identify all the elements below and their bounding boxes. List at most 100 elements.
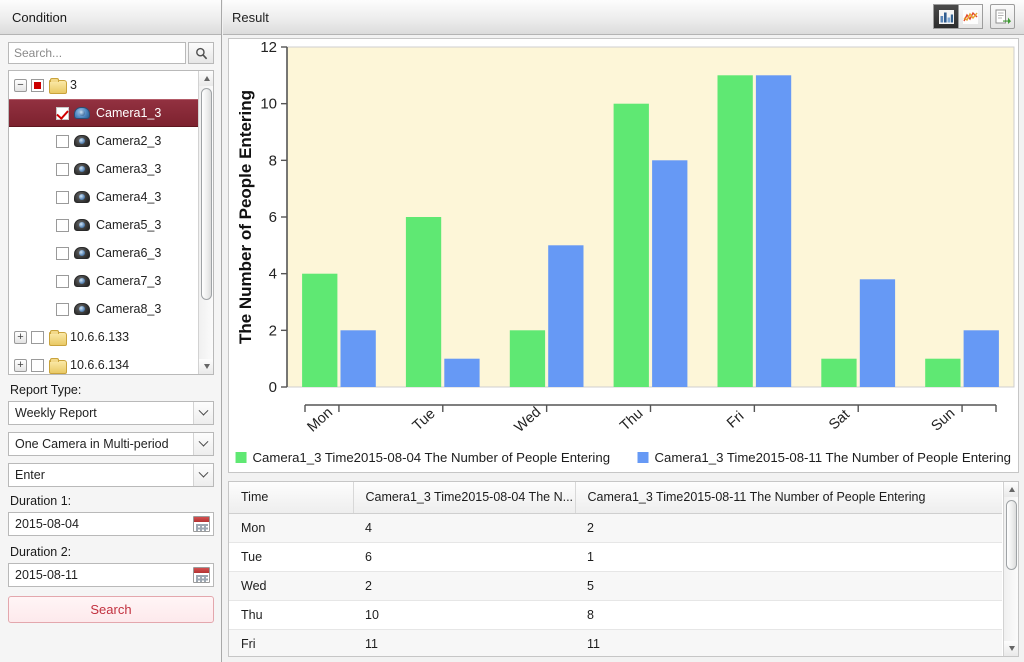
- search-input[interactable]: [8, 42, 186, 64]
- bar-fri-series-2: [755, 75, 792, 388]
- tree-item-checkbox[interactable]: [31, 330, 44, 344]
- scroll-down-button[interactable]: [1004, 641, 1018, 656]
- x-tick-label: Thu: [617, 406, 646, 435]
- calendar-icon[interactable]: [193, 567, 210, 583]
- camera-icon: [74, 302, 90, 316]
- tree-item-checkbox[interactable]: [31, 358, 44, 372]
- condition-form: Report Type: Weekly Report One Camera in…: [8, 383, 214, 623]
- condition-panel-title: Condition: [0, 0, 221, 35]
- duration2-label: Duration 2:: [10, 545, 72, 559]
- duration1-field[interactable]: 2015-08-04: [8, 512, 214, 536]
- duration1-value: 2015-08-04: [15, 517, 79, 531]
- table-cell: Fri: [229, 629, 353, 656]
- scrollbar-thumb[interactable]: [201, 88, 212, 300]
- table-cell: Mon: [229, 513, 353, 543]
- result-table-container: Time Camera1_3 Time2015-08-04 The N... C…: [228, 481, 1019, 657]
- report-type-label: Report Type:: [10, 383, 82, 397]
- tree-item-checkbox[interactable]: [56, 190, 69, 204]
- tree-item-label: Camera3_3: [96, 162, 162, 176]
- tree-item-camera8-3[interactable]: Camera8_3: [9, 295, 198, 323]
- tree-item-checkbox[interactable]: [31, 78, 44, 92]
- condition-panel: Condition −3Camera1_3Camera2_3 Camera3_3 C…: [0, 0, 222, 662]
- table-cell: 6: [353, 542, 575, 572]
- chevron-down-icon[interactable]: [193, 402, 213, 424]
- table-cell: 8: [575, 600, 1002, 630]
- search-icon: [195, 47, 207, 59]
- tree-item-camera3-3[interactable]: Camera3_3: [9, 155, 198, 183]
- bar-tue-series-1: [405, 217, 442, 387]
- tree-item-camera6-3[interactable]: Camera6_3: [9, 239, 198, 267]
- result-panel-title: Result: [232, 9, 269, 25]
- export-button[interactable]: [990, 4, 1015, 29]
- search-icon-button[interactable]: [188, 42, 214, 64]
- tree-item-checkbox[interactable]: [56, 106, 69, 120]
- collapse-icon[interactable]: −: [14, 78, 27, 92]
- camera-icon: [74, 162, 90, 176]
- tree-item-camera7-3[interactable]: Camera7_3: [9, 267, 198, 295]
- tree-item-camera4-3[interactable]: Camera4_3: [9, 183, 198, 211]
- scroll-down-button[interactable]: [199, 359, 213, 374]
- search-button[interactable]: Search: [8, 596, 214, 623]
- table-head: Time Camera1_3 Time2015-08-04 The N... C…: [229, 482, 1002, 514]
- bar-sat-series-2: [859, 279, 896, 387]
- duration2-value: 2015-08-11: [15, 568, 79, 582]
- report-window: Condition −3Camera1_3Camera2_3 Camera3_3 C…: [0, 0, 1024, 662]
- result-table-scrollbar[interactable]: [1003, 482, 1018, 656]
- column-header-time[interactable]: Time: [229, 482, 353, 514]
- statistics-mode-value: One Camera in Multi-period: [15, 437, 169, 451]
- x-tick-label: Fri: [724, 408, 747, 431]
- tree-item-label: Camera5_3: [96, 218, 162, 232]
- tree-item-checkbox[interactable]: [56, 162, 69, 176]
- statistics-mode-select[interactable]: One Camera in Multi-period: [8, 432, 214, 456]
- expand-icon[interactable]: +: [14, 358, 27, 372]
- tree-item-camera2-3[interactable]: Camera2_3: [9, 127, 198, 155]
- x-tick-label: Mon: [304, 405, 336, 436]
- camera-icon: [74, 246, 90, 260]
- tree-item-checkbox[interactable]: [56, 302, 69, 316]
- report-type-select[interactable]: Weekly Report: [8, 401, 214, 425]
- tree-item-checkbox[interactable]: [56, 274, 69, 288]
- table-row[interactable]: Fri 11 11: [229, 629, 1002, 656]
- line-chart-icon-button[interactable]: [958, 4, 983, 29]
- chevron-down-icon[interactable]: [193, 433, 213, 455]
- column-header-series-1[interactable]: Camera1_3 Time2015-08-04 The N...: [352, 482, 575, 514]
- table-cell: 4: [353, 513, 575, 543]
- tree-item-camera5-3[interactable]: Camera5_3: [9, 211, 198, 239]
- tree-item-checkbox[interactable]: [56, 218, 69, 232]
- triangle-down-icon: [203, 364, 210, 369]
- column-header-series-2[interactable]: Camera1_3 Time2015-08-11 The Number of P…: [574, 482, 1002, 514]
- table-row[interactable]: Thu 10 8: [229, 600, 1002, 630]
- tree-item-label: 10.6.6.134: [70, 358, 130, 372]
- table-row[interactable]: Mon 4 2: [229, 513, 1002, 543]
- tree-item-camera1-3[interactable]: Camera1_3: [9, 99, 198, 127]
- chart-toolbar: [933, 4, 1015, 29]
- y-tick-label: 6: [269, 209, 277, 226]
- table-cell: 2: [353, 571, 575, 601]
- tree-item-10-6-6-133[interactable]: +10.6.6.133: [9, 323, 198, 351]
- tree-item-checkbox[interactable]: [56, 246, 69, 260]
- scroll-up-button[interactable]: [199, 71, 213, 86]
- scrollbar-thumb[interactable]: [1006, 500, 1017, 570]
- tree-item-label: Camera6_3: [96, 246, 162, 260]
- camera-tree-scrollbar[interactable]: [198, 71, 213, 374]
- calendar-icon[interactable]: [193, 516, 210, 532]
- tree-item-3[interactable]: −3: [9, 71, 198, 99]
- tree-item-checkbox[interactable]: [56, 134, 69, 148]
- bar-fri-series-1: [717, 75, 753, 388]
- camera-tree[interactable]: −3 Camera1_3 Camera2_3 Camera3_3 Camera4_3 Ca…: [8, 70, 214, 375]
- tree-item-label: Camera8_3: [96, 302, 162, 316]
- chart-container: 0 2 4 6 8 10 12 The Number of People Entering Mo…: [228, 38, 1019, 473]
- tree-item-10-6-6-134[interactable]: +10.6.6.134: [9, 351, 198, 374]
- table-body: Mon 4 2 Tue 6 1 Wed 2 5 Thu 10 8 Fri 11 11: [229, 513, 1002, 656]
- table-row[interactable]: Wed 2 5: [229, 571, 1002, 601]
- expand-icon[interactable]: +: [14, 330, 27, 344]
- bar-chart-icon-button[interactable]: [933, 4, 958, 29]
- camera-icon: [74, 190, 90, 204]
- duration2-field[interactable]: 2015-08-11: [8, 563, 214, 587]
- table-row[interactable]: Tue 6 1: [229, 542, 1002, 572]
- table-cell: Thu: [229, 600, 353, 630]
- scroll-up-button[interactable]: [1004, 482, 1018, 497]
- chevron-down-icon[interactable]: [193, 464, 213, 486]
- y-tick-label: 8: [269, 152, 277, 169]
- flow-direction-select[interactable]: Enter: [8, 463, 214, 487]
